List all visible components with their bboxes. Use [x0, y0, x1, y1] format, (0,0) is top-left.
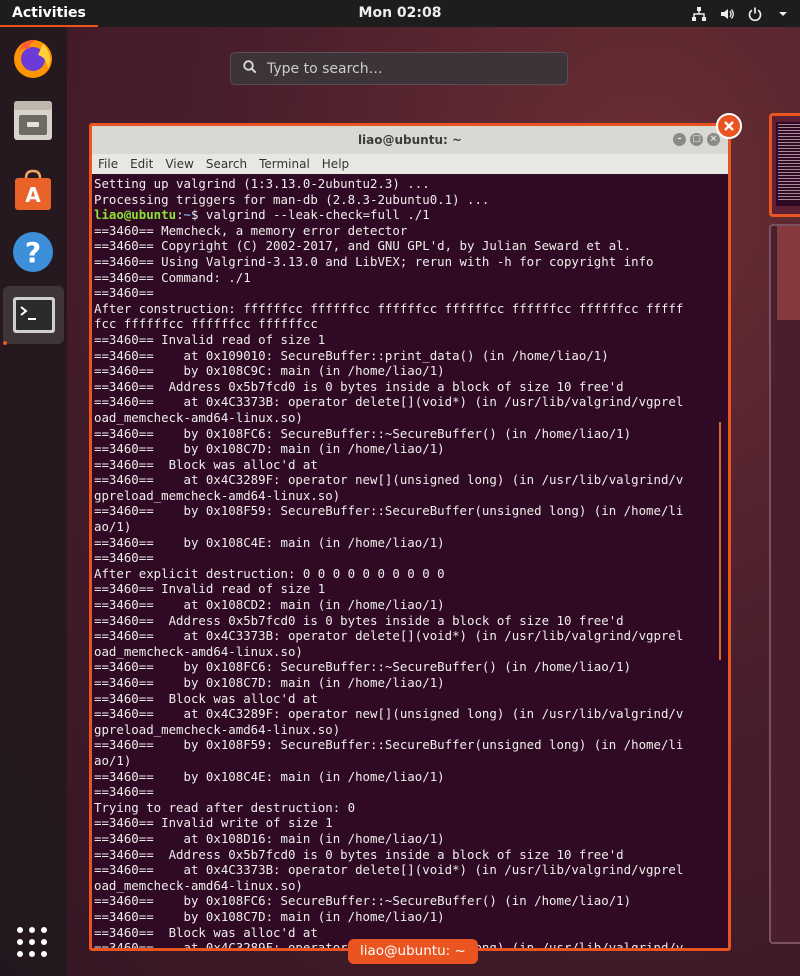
chevron-down-icon[interactable] — [774, 5, 792, 23]
prompt-line: liao@ubuntu:~$ valgrind --leak-check=ful… — [94, 207, 728, 223]
terminal-line: oad_memcheck-amd64-linux.so) — [94, 877, 303, 893]
clock-area: Mon 02:08 — [0, 0, 800, 27]
running-indicator — [3, 341, 7, 345]
terminal-line: ao/1) — [94, 752, 132, 768]
prompt-command: valgrind --leak-check=full ./1 — [205, 207, 430, 223]
terminal-line: ==3460== Address 0x5b7fcd0 is 0 bytes in… — [94, 378, 624, 394]
dock: A ? — [0, 27, 67, 976]
terminal-line: ==3460== by 0x108C4E: main (in /home/lia… — [94, 768, 445, 784]
terminal-line: ==3460== Invalid write of size 1 — [94, 815, 333, 831]
terminal-line: Setting up valgrind (1:3.13.0-2ubuntu2.3… — [94, 176, 430, 191]
files-icon[interactable] — [10, 97, 56, 143]
minimize-button[interactable]: – — [673, 133, 686, 146]
terminal-line: ==3460== Block was alloc'd at — [94, 690, 318, 706]
menu-terminal[interactable]: Terminal — [259, 154, 310, 174]
system-tray[interactable] — [690, 0, 792, 27]
prompt-user: liao@ubuntu — [94, 207, 177, 223]
menu-edit[interactable]: Edit — [130, 154, 153, 174]
terminal-line: ==3460== Using Valgrind-3.13.0 and LibVE… — [94, 253, 654, 269]
terminal-line: ==3460== Block was alloc'd at — [94, 456, 318, 472]
help-icon[interactable]: ? — [10, 229, 56, 275]
terminal-line: Processing triggers for man-db (2.8.3-2u… — [94, 191, 490, 207]
terminal-line: ==3460== Block was alloc'd at — [94, 924, 318, 940]
terminal-line: gpreload_memcheck-amd64-linux.so) — [94, 487, 341, 503]
terminal-line: ==3460== Invalid read of size 1 — [94, 581, 326, 597]
menu-file[interactable]: File — [98, 154, 118, 174]
window-titlebar[interactable]: liao@ubuntu: ~ – □ × — [92, 126, 728, 154]
terminal-line: ==3460== at 0x108D16: main (in /home/lia… — [94, 830, 445, 846]
svg-text:?: ? — [25, 236, 41, 269]
network-icon[interactable] — [690, 5, 708, 23]
terminal-line: ==3460== by 0x108F59: SecureBuffer::Secu… — [94, 503, 684, 519]
terminal-line: ==3460== at 0x108CD2: main (in /home/lia… — [94, 597, 445, 613]
terminal-line: ==3460== at 0x4C3373B: operator delete[]… — [94, 628, 684, 644]
workspace-thumbnail[interactable] — [769, 224, 800, 944]
terminal-line: ==3460== by 0x108C7D: main (in /home/lia… — [94, 908, 445, 924]
terminal-line: ==3460== by 0x108C7D: main (in /home/lia… — [94, 441, 445, 457]
software-center-icon[interactable]: A — [10, 167, 56, 213]
scrollbar[interactable] — [719, 422, 721, 660]
close-window-button[interactable] — [716, 113, 742, 139]
terminal-line: ==3460== at 0x109010: SecureBuffer::prin… — [94, 347, 609, 363]
terminal-line: ==3460== by 0x108C4E: main (in /home/lia… — [94, 534, 445, 550]
terminal-line: ao/1) — [94, 519, 132, 535]
search-placeholder: Type to search… — [267, 60, 383, 77]
terminal-line: oad_memcheck-amd64-linux.so) — [94, 409, 303, 425]
terminal-window[interactable]: liao@ubuntu: ~ – □ × File Edit View Sear… — [89, 123, 731, 951]
terminal-line: After construction: ffffffcc ffffffcc ff… — [94, 300, 684, 316]
workspace-thumbnail-active[interactable] — [769, 113, 800, 217]
terminal-icon[interactable] — [3, 286, 64, 344]
terminal-line: ==3460== — [94, 285, 154, 301]
terminal-line: ==3460== Invalid read of size 1 — [94, 331, 326, 347]
firefox-icon[interactable] — [10, 35, 56, 81]
search-input[interactable]: Type to search… — [230, 52, 568, 85]
menu-view[interactable]: View — [165, 154, 193, 174]
menu-search[interactable]: Search — [206, 154, 247, 174]
terminal-line: ==3460== by 0x108FC6: SecureBuffer::~Sec… — [94, 659, 632, 675]
maximize-button[interactable]: □ — [690, 133, 703, 146]
prompt-path: ~ — [183, 207, 191, 223]
clock[interactable]: Mon 02:08 — [359, 5, 442, 21]
terminal-line: ==3460== by 0x108C9C: main (in /home/lia… — [94, 363, 445, 379]
terminal-line: ==3460== by 0x108FC6: SecureBuffer::~Sec… — [94, 425, 632, 441]
terminal-line: After explicit destruction: 0 0 0 0 0 0 … — [94, 565, 445, 581]
terminal-line: oad_memcheck-amd64-linux.so) — [94, 643, 303, 659]
activities-button[interactable]: Activities — [0, 0, 98, 27]
terminal-line: gpreload_memcheck-amd64-linux.so) — [94, 721, 341, 737]
terminal-line: ==3460== Command: ./1 — [94, 269, 251, 285]
terminal-line: ==3460== Address 0x5b7fcd0 is 0 bytes in… — [94, 846, 624, 862]
window-title: liao@ubuntu: ~ — [357, 133, 463, 147]
terminal-line: ==3460== at 0x4C3373B: operator delete[]… — [94, 862, 684, 878]
terminal-line: ==3460== at 0x4C3373B: operator delete[]… — [94, 394, 684, 410]
menu-bar: File Edit View Search Terminal Help — [92, 154, 728, 174]
terminal-line: ==3460== at 0x4C3289F: operator new[](un… — [94, 706, 684, 722]
terminal-line: Trying to read after destruction: 0 — [94, 799, 356, 815]
window-close-button[interactable]: × — [707, 133, 720, 146]
terminal-line: ==3460== Address 0x5b7fcd0 is 0 bytes in… — [94, 612, 624, 628]
top-bar: Activities Mon 02:08 — [0, 0, 800, 27]
terminal-line: ==3460== Memcheck, a memory error detect… — [94, 222, 408, 238]
search-icon — [243, 59, 257, 78]
prompt-colon: : — [176, 207, 184, 223]
power-icon[interactable] — [746, 5, 764, 23]
prompt-dollar: $ — [191, 207, 206, 223]
window-label: liao@ubuntu: ~ — [348, 939, 478, 964]
terminal-line: ==3460== Copyright (C) 2002-2017, and GN… — [94, 238, 632, 254]
menu-help[interactable]: Help — [322, 154, 349, 174]
svg-text:A: A — [25, 183, 41, 207]
terminal-line: ==3460== by 0x108FC6: SecureBuffer::~Sec… — [94, 893, 632, 909]
terminal-line: ==3460== by 0x108F59: SecureBuffer::Secu… — [94, 737, 684, 753]
volume-icon[interactable] — [718, 5, 736, 23]
terminal-line: ==3460== at 0x4C3289F: operator new[](un… — [94, 472, 684, 488]
show-applications-icon[interactable] — [17, 927, 47, 957]
terminal-output[interactable]: Setting up valgrind (1:3.13.0-2ubuntu2.3… — [92, 174, 728, 948]
terminal-line: fcc ffffffcc ffffffcc ffffffcc — [94, 316, 318, 332]
terminal-line: ==3460== by 0x108C7D: main (in /home/lia… — [94, 675, 445, 690]
terminal-line: ==3460== — [94, 550, 154, 566]
terminal-line: ==3460== — [94, 784, 154, 800]
